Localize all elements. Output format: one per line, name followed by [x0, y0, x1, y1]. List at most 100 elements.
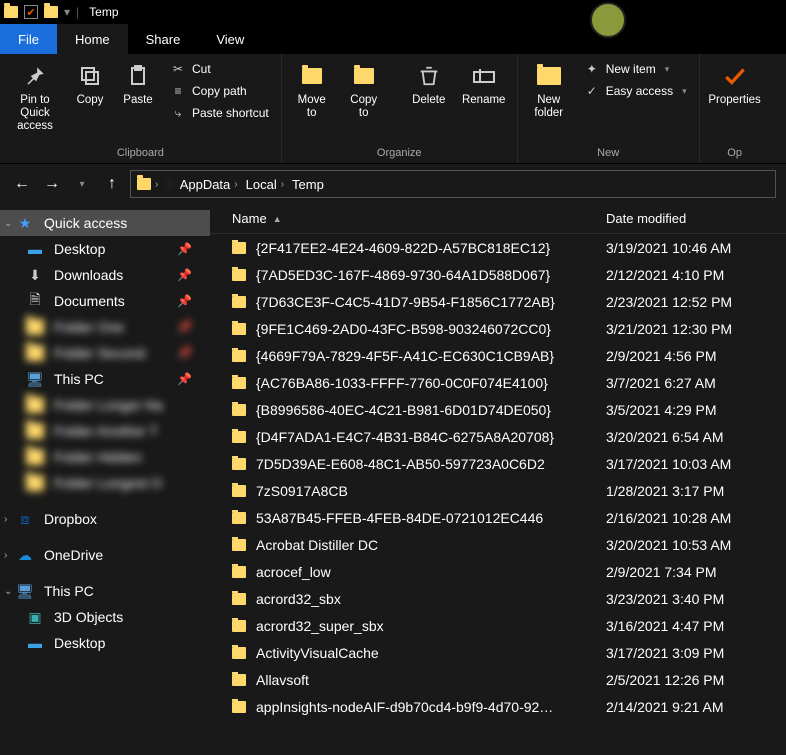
- desktop-icon: ▬: [26, 635, 44, 651]
- paste-shortcut-label: Paste shortcut: [192, 106, 269, 120]
- file-name: 7D5D39AE-E608-48C1-AB50-597723A0C6D2: [256, 456, 545, 472]
- sidebar-item-redacted[interactable]: Folder Hidden: [0, 444, 210, 470]
- file-date: 2/5/2021 12:26 PM: [598, 672, 786, 688]
- file-date: 3/19/2021 10:46 AM: [598, 240, 786, 256]
- copy-button[interactable]: Copy: [68, 58, 112, 111]
- checkbox-icon[interactable]: ✔: [24, 5, 38, 19]
- sidebar-downloads[interactable]: ⬇Downloads📌: [0, 262, 210, 288]
- breadcrumb-local[interactable]: Local›: [244, 177, 286, 192]
- sidebar-dropbox[interactable]: ›⧈Dropbox: [0, 506, 210, 532]
- file-date: 1/28/2021 3:17 PM: [598, 483, 786, 499]
- file-row[interactable]: 7D5D39AE-E608-48C1-AB50-597723A0C6D23/17…: [210, 450, 786, 477]
- file-list[interactable]: {2F417EE2-4E24-4609-822D-A57BC818EC12} 3/…: [210, 234, 786, 755]
- file-row[interactable]: acrord32_super_sbx3/16/2021 4:47 PM: [210, 612, 786, 639]
- pin-to-quick-access-button[interactable]: Pin to Quick access: [6, 58, 64, 138]
- paste-button[interactable]: Paste: [116, 58, 160, 111]
- address-bar[interactable]: › › AppData› Local› Temp: [130, 170, 776, 198]
- file-date: 3/21/2021 12:30 PM: [598, 321, 786, 337]
- back-button[interactable]: ←: [10, 172, 34, 196]
- file-row[interactable]: {7AD5ED3C-167F-4869-9730-64A1D588D067}2/…: [210, 261, 786, 288]
- tab-file[interactable]: File: [0, 24, 57, 54]
- folder-icon: [44, 6, 58, 18]
- sidebar-3d-objects[interactable]: ▣3D Objects: [0, 604, 210, 630]
- file-row[interactable]: {D4F7ADA1-E4C7-4B31-B84C-6275A8A20708}3/…: [210, 423, 786, 450]
- file-name: acrocef_low: [256, 564, 331, 580]
- file-row[interactable]: {7D63CE3F-C4C5-41D7-9B54-F1856C1772AB}2/…: [210, 288, 786, 315]
- sidebar-onedrive[interactable]: ›☁OneDrive: [0, 542, 210, 568]
- new-folder-button[interactable]: New folder: [524, 58, 574, 124]
- easy-access-button[interactable]: ✓Easy access▾: [582, 82, 689, 100]
- paste-shortcut-button[interactable]: ⤷Paste shortcut: [168, 104, 271, 122]
- file-name: Allavsoft: [256, 672, 309, 688]
- file-row[interactable]: appInsights-nodeAIF-d9b70cd4-b9f9-4d70-9…: [210, 693, 786, 720]
- delete-button[interactable]: Delete: [405, 58, 453, 111]
- new-folder-label: New folder: [534, 94, 563, 120]
- properties-button[interactable]: Properties: [706, 58, 764, 111]
- file-row[interactable]: {9FE1C469-2AD0-43FC-B598-903246072CC0}3/…: [210, 315, 786, 342]
- sidebar-this-pc[interactable]: 🖥This PC📌: [0, 366, 210, 392]
- move-to-button[interactable]: Move to: [288, 58, 336, 124]
- file-row[interactable]: {4669F79A-7829-4F5F-A41C-EC630C1CB9AB}2/…: [210, 342, 786, 369]
- chevron-right-icon[interactable]: ›: [155, 179, 158, 190]
- chevron-down-icon[interactable]: ⌄: [4, 218, 12, 229]
- column-headers: Name▲ Date modified: [210, 204, 786, 234]
- sidebar-item-redacted[interactable]: Folder Another T: [0, 418, 210, 444]
- qat-dropdown-icon[interactable]: ▾: [64, 5, 70, 19]
- user-avatar[interactable]: [590, 2, 626, 38]
- organize-group-label: Organize: [288, 145, 511, 163]
- sidebar-item-redacted[interactable]: Folder Longest O: [0, 470, 210, 496]
- onedrive-icon: ☁: [16, 547, 34, 563]
- column-name[interactable]: Name▲: [210, 211, 598, 226]
- breadcrumb-appdata[interactable]: AppData›: [178, 177, 240, 192]
- folder-icon: [232, 512, 246, 524]
- copy-path-button[interactable]: ≡Copy path: [168, 82, 271, 100]
- folder-icon: [232, 377, 246, 389]
- copy-to-button[interactable]: Copy to: [340, 58, 388, 124]
- chevron-right-icon[interactable]: ›: [4, 514, 7, 525]
- sidebar-desktop[interactable]: ▬Desktop📌: [0, 236, 210, 262]
- folder-icon: [232, 701, 246, 713]
- cut-button[interactable]: ✂Cut: [168, 60, 271, 78]
- sidebar-item-redacted[interactable]: Folder One📌: [0, 314, 210, 340]
- file-row[interactable]: 53A87B45-FFEB-4FEB-84DE-0721012EC4462/16…: [210, 504, 786, 531]
- file-name: {2F417EE2-4E24-4609-822D-A57BC818EC12}: [256, 240, 550, 256]
- copy-label: Copy: [77, 94, 104, 107]
- file-row[interactable]: 7zS0917A8CB1/28/2021 3:17 PM: [210, 477, 786, 504]
- tab-share[interactable]: Share: [128, 24, 199, 54]
- content-area: ⌄ ★ Quick access ▬Desktop📌 ⬇Downloads📌 🗎…: [0, 204, 786, 755]
- file-row[interactable]: acrord32_sbx3/23/2021 3:40 PM: [210, 585, 786, 612]
- column-date[interactable]: Date modified: [598, 211, 786, 226]
- file-name: {7D63CE3F-C4C5-41D7-9B54-F1856C1772AB}: [256, 294, 555, 310]
- file-row[interactable]: ActivityVisualCache3/17/2021 3:09 PM: [210, 639, 786, 666]
- sidebar-item-label: Documents: [54, 293, 125, 309]
- sidebar-desktop-2[interactable]: ▬Desktop: [0, 630, 210, 656]
- tab-home[interactable]: Home: [57, 24, 128, 54]
- file-name: acrord32_super_sbx: [256, 618, 384, 634]
- sidebar-this-pc-2[interactable]: ⌄🖥This PC: [0, 578, 210, 604]
- up-button[interactable]: ↑: [100, 172, 124, 196]
- file-row[interactable]: {AC76BA86-1033-FFFF-7760-0C0F074E4100}3/…: [210, 369, 786, 396]
- sidebar-item-redacted[interactable]: Folder Longer Na: [0, 392, 210, 418]
- chevron-down-icon[interactable]: ⌄: [4, 586, 12, 597]
- chevron-right-icon[interactable]: ›: [4, 550, 7, 561]
- forward-button[interactable]: →: [40, 172, 64, 196]
- tab-view[interactable]: View: [198, 24, 262, 54]
- sidebar-item-label: This PC: [54, 371, 104, 387]
- recent-dropdown[interactable]: ▾: [70, 172, 94, 196]
- sidebar-item-redacted[interactable]: Folder Second📌: [0, 340, 210, 366]
- scissors-icon: ✂: [170, 61, 186, 77]
- breadcrumb-user[interactable]: ›: [162, 179, 173, 190]
- file-row[interactable]: Acrobat Distiller DC3/20/2021 10:53 AM: [210, 531, 786, 558]
- move-icon: [298, 62, 326, 90]
- breadcrumb-temp[interactable]: Temp: [290, 177, 326, 192]
- file-row[interactable]: {2F417EE2-4E24-4609-822D-A57BC818EC12} 3/…: [210, 234, 786, 261]
- sidebar-documents[interactable]: 🗎Documents📌: [0, 288, 210, 314]
- file-row[interactable]: acrocef_low2/9/2021 7:34 PM: [210, 558, 786, 585]
- file-row[interactable]: Allavsoft 2/5/2021 12:26 PM: [210, 666, 786, 693]
- sidebar-quick-access[interactable]: ⌄ ★ Quick access: [0, 210, 210, 236]
- sidebar-item-label: 3D Objects: [54, 609, 123, 625]
- new-item-button[interactable]: ✦New item▾: [582, 60, 689, 78]
- file-row[interactable]: {B8996586-40EC-4C21-B981-6D01D74DE050}3/…: [210, 396, 786, 423]
- ribbon-group-new: New folder ✦New item▾ ✓Easy access▾ New: [518, 54, 700, 163]
- rename-button[interactable]: Rename: [457, 58, 511, 111]
